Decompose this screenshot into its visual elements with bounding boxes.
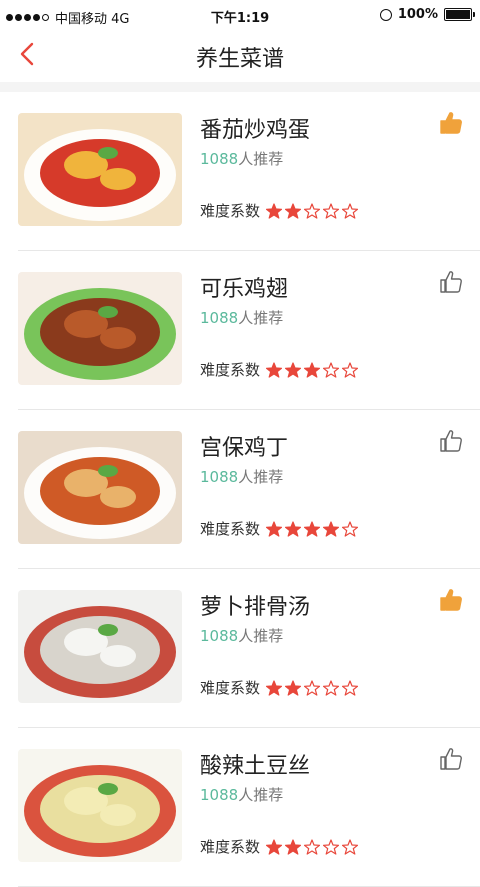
recipe-name: 番茄炒鸡蛋 bbox=[200, 118, 311, 143]
star-empty-icon bbox=[342, 520, 359, 537]
star-empty-icon bbox=[342, 361, 359, 378]
star-filled-icon bbox=[323, 520, 340, 537]
recommend-count: 1088人推荐 bbox=[200, 625, 283, 646]
recommend-suffix: 人推荐 bbox=[238, 786, 284, 804]
star-empty-icon bbox=[323, 361, 340, 378]
rotation-lock-icon bbox=[379, 8, 392, 21]
recipe-image[interactable] bbox=[18, 113, 182, 226]
star-empty-icon bbox=[304, 679, 321, 696]
recipe-name: 宫保鸡丁 bbox=[200, 436, 289, 461]
difficulty-stars bbox=[266, 520, 359, 537]
recipe-item[interactable]: 萝卜排骨汤 1088人推荐 难度系数 bbox=[18, 569, 480, 728]
star-filled-icon bbox=[285, 520, 302, 537]
star-filled-icon bbox=[304, 520, 321, 537]
difficulty-stars bbox=[266, 361, 359, 378]
recipe-image[interactable] bbox=[18, 590, 182, 703]
recipe-item[interactable]: 酸辣土豆丝 1088人推荐 难度系数 bbox=[18, 728, 480, 887]
thumbs-up-icon bbox=[440, 589, 462, 611]
difficulty-label: 难度系数 bbox=[200, 202, 261, 220]
star-filled-icon bbox=[266, 361, 283, 378]
like-button[interactable] bbox=[438, 587, 464, 613]
like-button[interactable] bbox=[438, 110, 464, 136]
difficulty-label: 难度系数 bbox=[200, 361, 261, 379]
thumbs-up-icon bbox=[440, 112, 462, 134]
star-empty-icon bbox=[304, 838, 321, 855]
recommend-number: 1088 bbox=[200, 786, 239, 804]
nav-bar: 养生菜谱 bbox=[0, 30, 480, 78]
page-title: 养生菜谱 bbox=[195, 47, 284, 72]
star-empty-icon bbox=[323, 679, 340, 696]
difficulty-row: 难度系数 bbox=[200, 359, 359, 380]
star-filled-icon bbox=[266, 838, 283, 855]
star-filled-icon bbox=[285, 361, 302, 378]
difficulty-label: 难度系数 bbox=[200, 838, 261, 856]
difficulty-stars bbox=[266, 838, 359, 855]
thumbs-up-icon bbox=[440, 430, 462, 452]
status-bar: 中国移动 4G 下午1:19 100% bbox=[0, 0, 480, 30]
like-button[interactable] bbox=[438, 428, 464, 454]
difficulty-label: 难度系数 bbox=[200, 520, 261, 538]
recommend-count: 1088人推荐 bbox=[200, 784, 283, 805]
star-filled-icon bbox=[266, 202, 283, 219]
thumbs-up-icon bbox=[440, 748, 462, 770]
star-empty-icon bbox=[304, 202, 321, 219]
recommend-count: 1088人推荐 bbox=[200, 307, 283, 328]
star-filled-icon bbox=[304, 361, 321, 378]
recipe-list: 番茄炒鸡蛋 1088人推荐 难度系数 可乐鸡翅 1088人推荐 难度系数 宫保鸡… bbox=[0, 92, 480, 887]
difficulty-row: 难度系数 bbox=[200, 200, 359, 221]
difficulty-row: 难度系数 bbox=[200, 677, 359, 698]
recommend-number: 1088 bbox=[200, 309, 239, 327]
recommend-number: 1088 bbox=[200, 150, 239, 168]
difficulty-stars bbox=[266, 679, 359, 696]
recommend-number: 1088 bbox=[200, 468, 239, 486]
recommend-suffix: 人推荐 bbox=[238, 309, 284, 327]
star-filled-icon bbox=[285, 679, 302, 696]
recommend-suffix: 人推荐 bbox=[238, 150, 284, 168]
recommend-suffix: 人推荐 bbox=[238, 627, 284, 645]
recipe-name: 酸辣土豆丝 bbox=[200, 754, 311, 779]
recipe-image[interactable] bbox=[18, 272, 182, 385]
star-filled-icon bbox=[285, 838, 302, 855]
difficulty-stars bbox=[266, 202, 359, 219]
difficulty-row: 难度系数 bbox=[200, 836, 359, 857]
recommend-suffix: 人推荐 bbox=[238, 468, 284, 486]
difficulty-row: 难度系数 bbox=[200, 518, 359, 539]
star-filled-icon bbox=[266, 520, 283, 537]
battery-icon bbox=[444, 8, 475, 21]
recommend-number: 1088 bbox=[200, 627, 239, 645]
battery-percent: 100% bbox=[397, 7, 438, 22]
recipe-name: 可乐鸡翅 bbox=[200, 277, 289, 302]
star-empty-icon bbox=[342, 679, 359, 696]
recipe-item[interactable]: 宫保鸡丁 1088人推荐 难度系数 bbox=[18, 410, 480, 569]
star-empty-icon bbox=[342, 838, 359, 855]
star-empty-icon bbox=[323, 202, 340, 219]
recipe-image[interactable] bbox=[18, 749, 182, 862]
thumbs-up-icon bbox=[440, 271, 462, 293]
star-empty-icon bbox=[323, 838, 340, 855]
recipe-name: 萝卜排骨汤 bbox=[200, 595, 311, 620]
star-filled-icon bbox=[266, 679, 283, 696]
star-empty-icon bbox=[342, 202, 359, 219]
recommend-count: 1088人推荐 bbox=[200, 466, 283, 487]
star-filled-icon bbox=[285, 202, 302, 219]
header-divider bbox=[0, 82, 480, 92]
battery-info: 100% bbox=[379, 7, 475, 22]
like-button[interactable] bbox=[438, 746, 464, 772]
recommend-count: 1088人推荐 bbox=[200, 148, 283, 169]
recipe-item[interactable]: 可乐鸡翅 1088人推荐 难度系数 bbox=[18, 251, 480, 410]
recipe-image[interactable] bbox=[18, 431, 182, 544]
difficulty-label: 难度系数 bbox=[200, 679, 261, 697]
recipe-item[interactable]: 番茄炒鸡蛋 1088人推荐 难度系数 bbox=[18, 92, 480, 251]
like-button[interactable] bbox=[438, 269, 464, 295]
